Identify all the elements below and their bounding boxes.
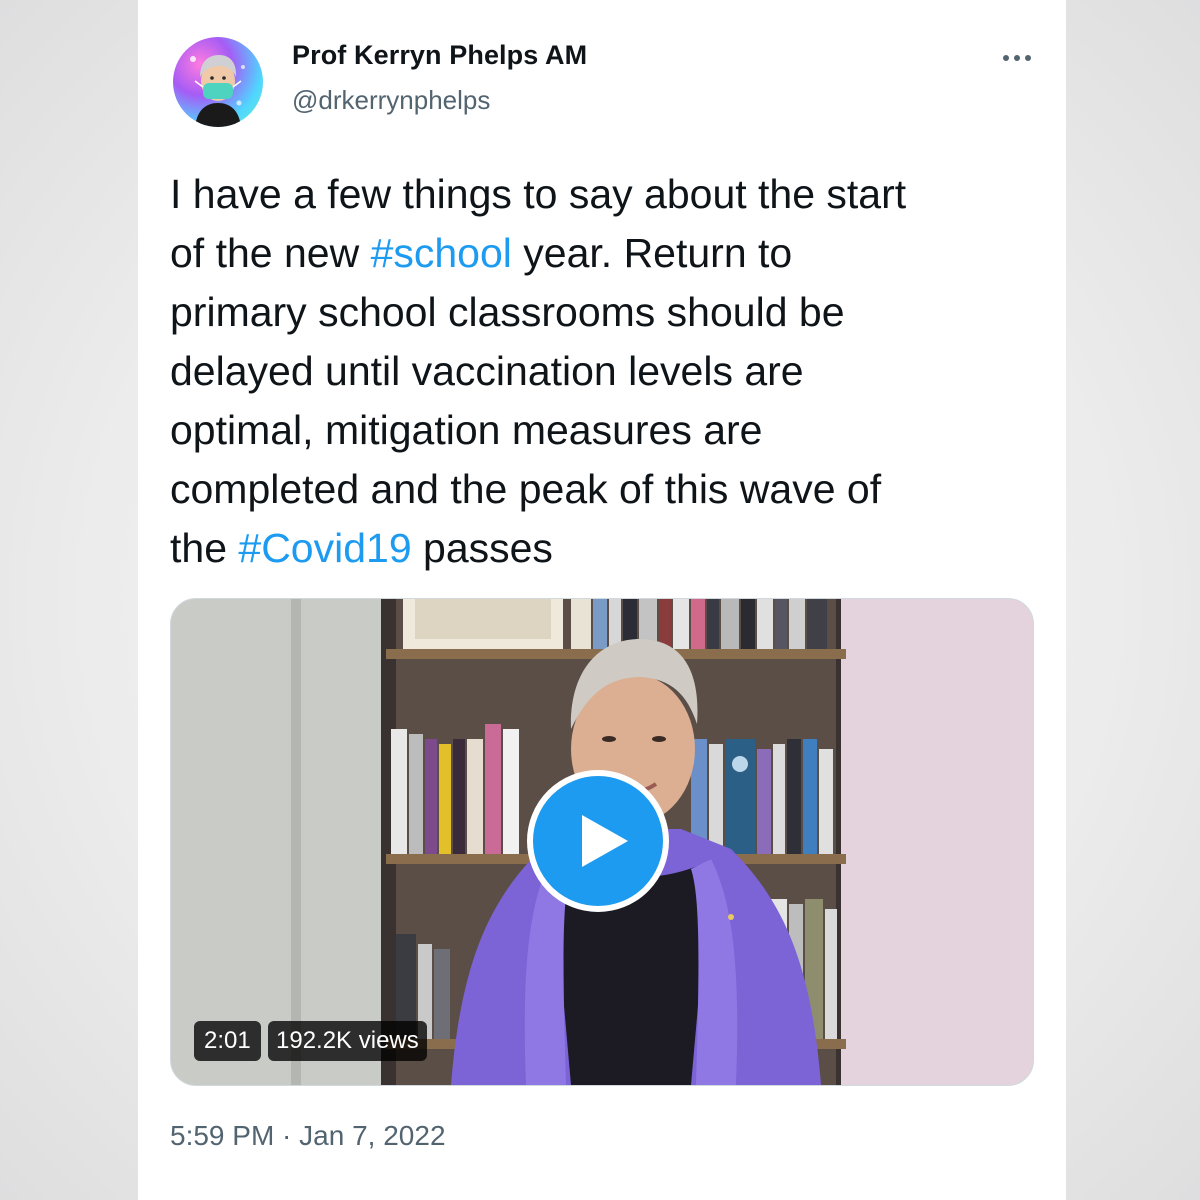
tweet-line: I have a few things to say about the sta… [170,171,907,217]
author-avatar[interactable] [173,37,263,127]
video-views-badge: 192.2K views [268,1021,427,1061]
hashtag-covid19-link[interactable]: #Covid19 [238,525,411,571]
tweet-text: I have a few things to say about the sta… [170,165,1050,578]
tweet-line: delayed until vaccination levels are [170,348,804,394]
timestamp-time-link[interactable]: 5:59 PM [170,1120,274,1151]
memoji-avatar-icon [190,55,245,127]
author-handle[interactable]: @drkerrynphelps [292,85,490,116]
play-button[interactable] [527,770,669,912]
video-duration-badge: 2:01 [194,1021,261,1061]
tweet-line: primary school classrooms should be [170,289,845,335]
timestamp-separator: · [274,1120,300,1151]
play-icon [582,815,628,867]
tweet-timestamp: 5:59 PM · Jan 7, 2022 [170,1120,446,1152]
tweet-line: of the new #school year. Return to [170,230,793,276]
hashtag-school-link[interactable]: #school [371,230,512,276]
tweet-line: optimal, mitigation measures are [170,407,763,453]
more-options-button[interactable] [998,46,1038,70]
tweet-line: completed and the peak of this wave of [170,466,882,512]
author-name[interactable]: Prof Kerryn Phelps AM [292,40,587,71]
tweet-line: the #Covid19 passes [170,525,553,571]
more-horizontal-icon [1003,55,1031,61]
timestamp-date-link[interactable]: Jan 7, 2022 [299,1120,445,1151]
